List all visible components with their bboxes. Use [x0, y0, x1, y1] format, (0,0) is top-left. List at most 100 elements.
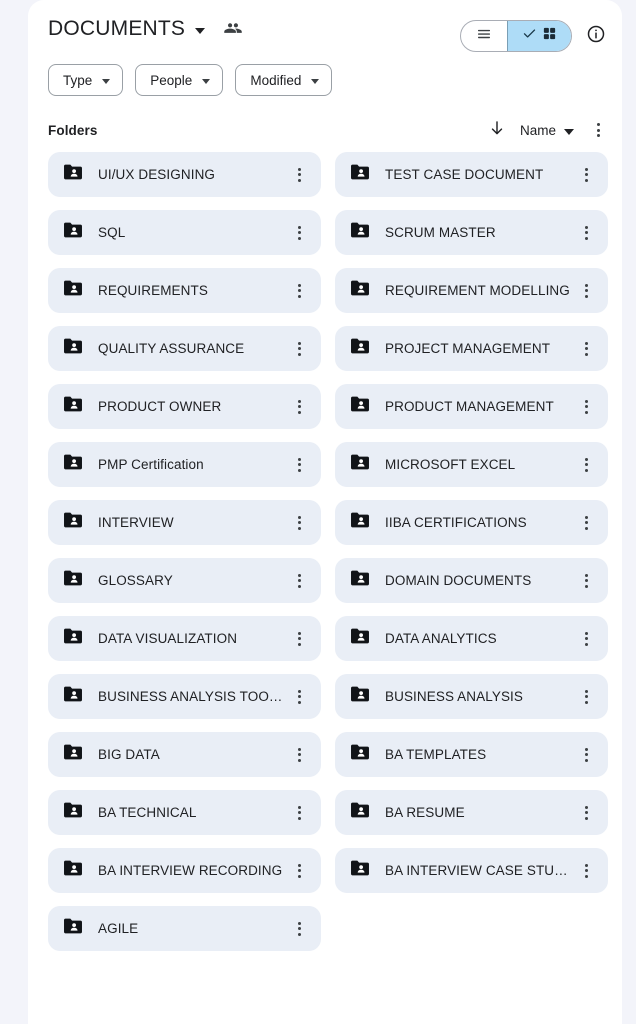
more-vert-icon[interactable] — [289, 396, 309, 418]
shared-folder-icon — [349, 625, 371, 652]
folder-card[interactable]: AGILE — [48, 906, 321, 951]
more-vert-icon[interactable] — [576, 802, 596, 824]
more-vert-icon[interactable] — [289, 686, 309, 708]
more-vert-icon[interactable] — [576, 686, 596, 708]
more-vert-icon[interactable] — [289, 280, 309, 302]
more-vert-icon[interactable] — [576, 280, 596, 302]
more-vert-icon[interactable] — [289, 570, 309, 592]
folder-card[interactable]: GLOSSARY — [48, 558, 321, 603]
folder-card[interactable]: BIG DATA — [48, 732, 321, 777]
check-icon — [522, 26, 537, 46]
folder-card[interactable]: PROJECT MANAGEMENT — [335, 326, 608, 371]
arrow-down-icon[interactable] — [488, 119, 506, 142]
folder-name: AGILE — [98, 921, 139, 936]
folder-name: BA INTERVIEW RECORDING — [98, 863, 283, 878]
more-vert-icon[interactable] — [576, 396, 596, 418]
more-vert-icon[interactable] — [576, 338, 596, 360]
folder-card[interactable]: BA RESUME — [335, 790, 608, 835]
shared-folder-icon — [62, 277, 84, 304]
page-title: DOCUMENTS — [48, 17, 186, 40]
folder-card[interactable]: BUSINESS ANALYSIS — [335, 674, 608, 719]
more-vert-icon[interactable] — [289, 454, 309, 476]
more-vert-icon[interactable] — [576, 570, 596, 592]
more-vert-icon[interactable] — [576, 454, 596, 476]
folder-card[interactable]: INTERVIEW — [48, 500, 321, 545]
filter-chip-type[interactable]: Type — [48, 64, 124, 96]
more-vert-icon[interactable] — [588, 119, 608, 141]
grid-view-button[interactable] — [507, 21, 571, 51]
folder-card[interactable]: DATA VISUALIZATION — [48, 616, 321, 661]
folder-card[interactable]: DOMAIN DOCUMENTS — [335, 558, 608, 603]
more-vert-icon[interactable] — [576, 164, 596, 186]
shared-folder-icon — [62, 335, 84, 362]
folder-card[interactable]: TEST CASE DOCUMENT — [335, 152, 608, 197]
folder-card[interactable]: SQL — [48, 210, 321, 255]
folder-name: UI/UX DESIGNING — [98, 167, 216, 182]
chevron-down-icon — [311, 78, 320, 84]
more-vert-icon[interactable] — [289, 164, 309, 186]
more-vert-icon[interactable] — [576, 512, 596, 534]
folder-name: REQUIREMENT MODELLING — [385, 283, 570, 298]
folder-card[interactable]: PRODUCT MANAGEMENT — [335, 384, 608, 429]
filter-chip-modified-label: Modified — [250, 72, 302, 88]
folder-card[interactable]: IIBA CERTIFICATIONS — [335, 500, 608, 545]
folder-card[interactable]: PRODUCT OWNER — [48, 384, 321, 429]
filter-chip-people[interactable]: People — [135, 64, 224, 96]
folder-name: BA RESUME — [385, 805, 465, 820]
sort-controls: Name — [488, 119, 608, 142]
section-title: Folders — [48, 122, 98, 138]
folder-name: BA INTERVIEW CASE STUDIES — [385, 863, 576, 878]
grid-view-icon — [542, 26, 557, 46]
folder-card[interactable]: PMP Certification — [48, 442, 321, 487]
folder-name: DOMAIN DOCUMENTS — [385, 573, 532, 588]
shared-folder-icon — [349, 219, 371, 246]
more-vert-icon[interactable] — [289, 918, 309, 940]
shared-folder-icon — [349, 567, 371, 594]
info-circle-icon[interactable] — [586, 24, 606, 49]
folder-card[interactable]: BA TEMPLATES — [335, 732, 608, 777]
folder-card[interactable]: QUALITY ASSURANCE — [48, 326, 321, 371]
shared-folder-icon — [62, 219, 84, 246]
more-vert-icon[interactable] — [289, 222, 309, 244]
folder-card[interactable]: DATA ANALYTICS — [335, 616, 608, 661]
chevron-down-icon — [102, 78, 111, 84]
people-icon[interactable] — [223, 17, 243, 42]
folder-grid: UI/UX DESIGNING TEST CASE DOCUMENT SQL SCRU… — [28, 152, 622, 951]
shared-folder-icon — [349, 161, 371, 188]
folder-card[interactable]: MICROSOFT EXCEL — [335, 442, 608, 487]
more-vert-icon[interactable] — [576, 222, 596, 244]
list-view-button[interactable] — [461, 21, 507, 51]
folder-card[interactable]: BUSINESS ANALYSIS TOOLS A… — [48, 674, 321, 719]
header-actions — [460, 20, 606, 52]
filter-chip-modified[interactable]: Modified — [235, 64, 333, 96]
more-vert-icon[interactable] — [289, 512, 309, 534]
folder-name: REQUIREMENTS — [98, 283, 208, 298]
list-view-icon — [475, 25, 493, 48]
sort-by-button[interactable]: Name — [520, 123, 574, 138]
more-vert-icon[interactable] — [289, 802, 309, 824]
shared-folder-icon — [349, 683, 371, 710]
folder-name: DATA VISUALIZATION — [98, 631, 238, 646]
folder-card[interactable]: UI/UX DESIGNING — [48, 152, 321, 197]
more-vert-icon[interactable] — [289, 338, 309, 360]
more-vert-icon[interactable] — [576, 628, 596, 650]
shared-folder-icon — [62, 625, 84, 652]
page-header: DOCUMENTS — [28, 0, 622, 62]
more-vert-icon[interactable] — [289, 744, 309, 766]
more-vert-icon[interactable] — [576, 744, 596, 766]
shared-folder-icon — [62, 683, 84, 710]
shared-folder-icon — [349, 799, 371, 826]
shared-folder-icon — [349, 335, 371, 362]
folder-card[interactable]: SCRUM MASTER — [335, 210, 608, 255]
more-vert-icon[interactable] — [289, 860, 309, 882]
folder-card[interactable]: BA INTERVIEW RECORDING — [48, 848, 321, 893]
folder-card[interactable]: BA TECHNICAL — [48, 790, 321, 835]
folder-card[interactable]: REQUIREMENTS — [48, 268, 321, 313]
folder-name: QUALITY ASSURANCE — [98, 341, 245, 356]
more-vert-icon[interactable] — [576, 860, 596, 882]
chevron-down-icon[interactable] — [195, 27, 206, 34]
chevron-down-icon — [202, 78, 211, 84]
folder-card[interactable]: BA INTERVIEW CASE STUDIES — [335, 848, 608, 893]
folder-card[interactable]: REQUIREMENT MODELLING — [335, 268, 608, 313]
more-vert-icon[interactable] — [289, 628, 309, 650]
